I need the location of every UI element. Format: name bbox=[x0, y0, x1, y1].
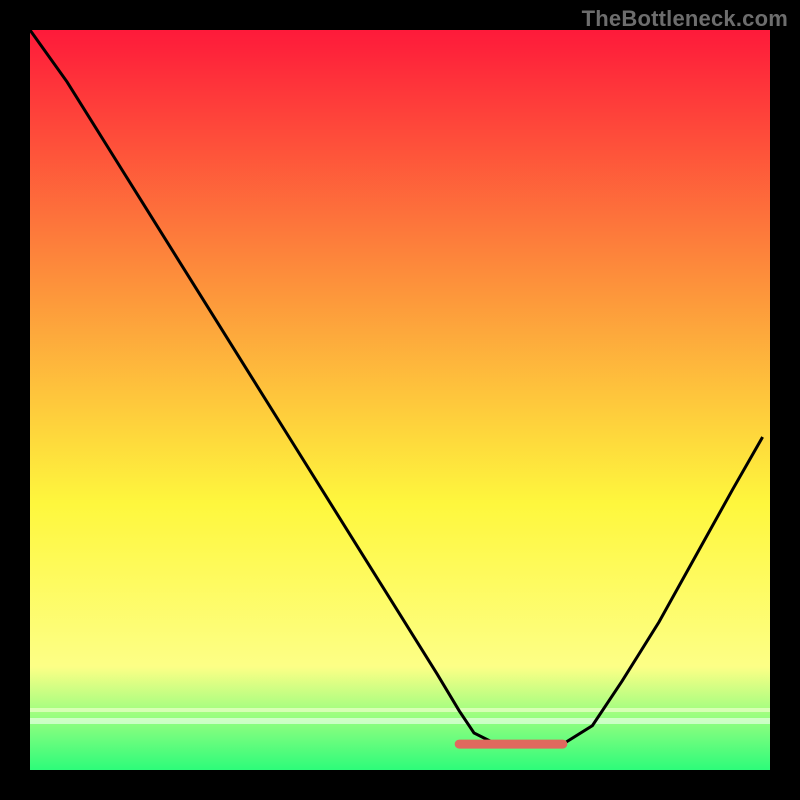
pale-band bbox=[30, 708, 770, 712]
gradient-background bbox=[30, 30, 770, 770]
white-band bbox=[30, 718, 770, 724]
plot-svg bbox=[30, 30, 770, 770]
plot-frame bbox=[30, 30, 770, 770]
chart-root: TheBottleneck.com bbox=[0, 0, 800, 800]
watermark-text: TheBottleneck.com bbox=[582, 6, 788, 32]
